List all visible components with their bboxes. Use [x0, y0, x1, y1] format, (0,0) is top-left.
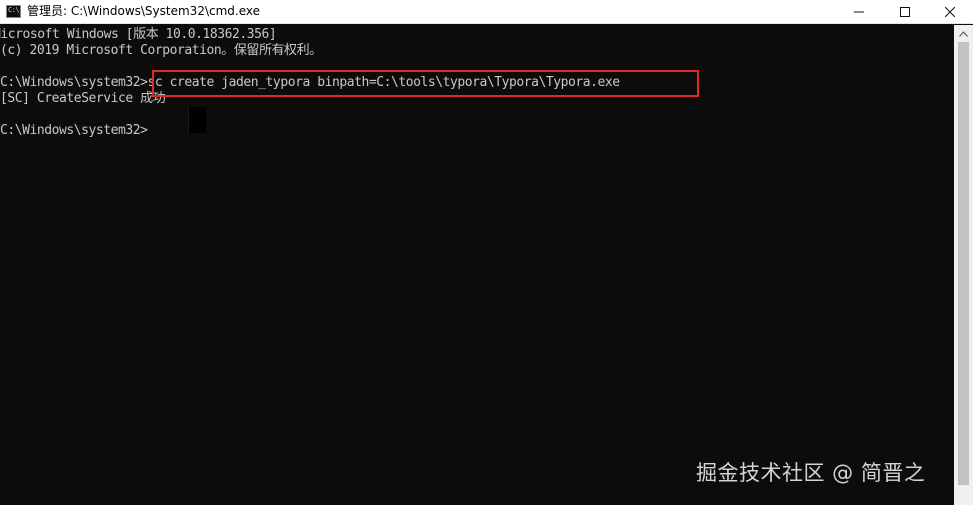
console-line-copyright: (c) 2019 Microsoft Corporation。保留所有权利。 [0, 43, 322, 58]
console-line-prompt: C:\Windows\system32> [0, 123, 148, 138]
maximize-icon [900, 7, 910, 17]
close-button[interactable] [927, 0, 973, 24]
scrollbar-thumb[interactable] [958, 42, 969, 485]
chevron-up-icon [959, 30, 968, 37]
watermark-text: 掘金技术社区 @ 简晋之 [696, 461, 926, 485]
cmd-app-icon[interactable]: C:\ [6, 5, 21, 18]
close-icon [945, 7, 955, 17]
console-output-area[interactable]: Microsoft Windows [版本 10.0.18362.356] (c… [0, 25, 954, 505]
window-title: 管理员: C:\Windows\System32\cmd.exe [27, 4, 260, 18]
scroll-up-button[interactable] [954, 25, 973, 42]
console-line-version: Microsoft Windows [版本 10.0.18362.356] [0, 27, 277, 42]
cmd-icon-label: C:\ [8, 6, 20, 14]
console-line-result: [SC] CreateService 成功 [0, 91, 166, 106]
minimize-button[interactable] [836, 0, 882, 24]
text-cursor [188, 107, 206, 133]
maximize-button[interactable] [882, 0, 928, 24]
vertical-scrollbar[interactable] [954, 25, 973, 505]
scroll-down-button[interactable] [954, 487, 973, 504]
minimize-icon [854, 11, 864, 13]
console-line-command: C:\Windows\system32>sc create jaden_typo… [0, 75, 620, 90]
title-bar[interactable]: C:\ 管理员: C:\Windows\System32\cmd.exe [0, 0, 973, 24]
